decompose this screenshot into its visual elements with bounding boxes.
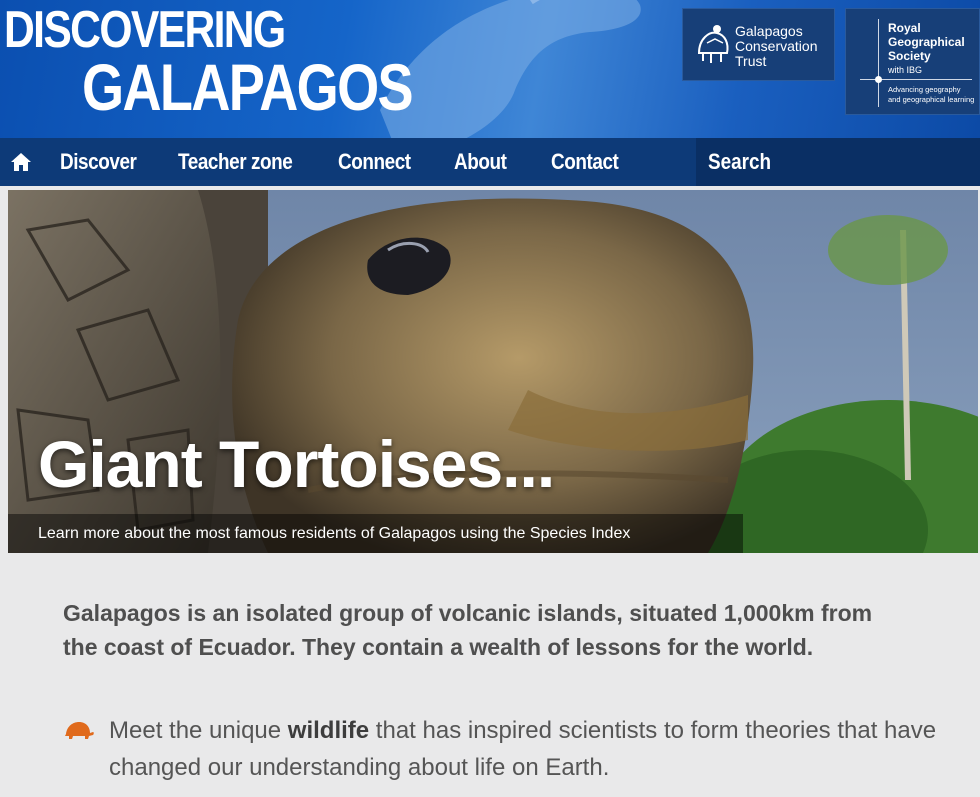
site-header: DISCOVERING GALAPAGOS Galapagos Conserva… (0, 0, 980, 138)
partner1-line-1: Galapagos (735, 23, 803, 39)
nav-teacher-zone[interactable]: Teacher zone (178, 138, 293, 186)
wildlife-bullet: Meet the unique wildlife that has inspir… (63, 712, 953, 786)
search-label: Search (708, 149, 772, 174)
partner1-line-3: Trust (735, 53, 767, 69)
rgs-axis-vertical (878, 19, 879, 107)
partner2-tagline-1: Advancing geography (888, 85, 961, 94)
nav-about[interactable]: About (454, 138, 507, 186)
bullet-text-pre: Meet the unique (109, 717, 288, 744)
logo-line-1: DISCOVERING (4, 1, 286, 59)
logo-line-2: GALAPAGOS (82, 50, 414, 124)
intro-lead: Galapagos is an isolated group of volcan… (63, 600, 873, 660)
royal-geographical-society-logo[interactable]: Royal Geographical Society with IBG Adva… (845, 8, 980, 115)
tortoise-logo-icon (697, 25, 729, 63)
rgs-dot-icon (875, 76, 882, 83)
partner1-line-2: Conservation (735, 38, 818, 54)
wildlife-link[interactable]: wildlife (288, 717, 369, 744)
main-nav: Discover Teacher zone Connect About Cont… (0, 138, 980, 186)
nav-contact[interactable]: Contact (551, 138, 619, 186)
hero-caption: Learn more about the most famous residen… (38, 525, 631, 542)
nav-discover[interactable]: Discover (60, 138, 137, 186)
nav-connect[interactable]: Connect (338, 138, 411, 186)
hero-title: Giant Tortoises... (38, 427, 555, 501)
tortoise-bullet-icon (65, 722, 94, 739)
partner2-title-1: Royal (888, 21, 921, 35)
search-box[interactable]: Search (696, 138, 980, 186)
hero-banner[interactable]: Giant Tortoises... Learn more about the … (8, 190, 978, 553)
partner2-title-2: Geographical (888, 35, 965, 49)
galapagos-conservation-trust-logo[interactable]: Galapagos Conservation Trust (682, 8, 835, 81)
partner2-title-3: Society (888, 49, 931, 63)
partner2-tagline-2: and geographical learning (888, 95, 975, 104)
partner2-with: with IBG (888, 65, 923, 75)
site-logo[interactable]: DISCOVERING GALAPAGOS (4, 4, 484, 120)
home-icon[interactable] (10, 152, 32, 172)
